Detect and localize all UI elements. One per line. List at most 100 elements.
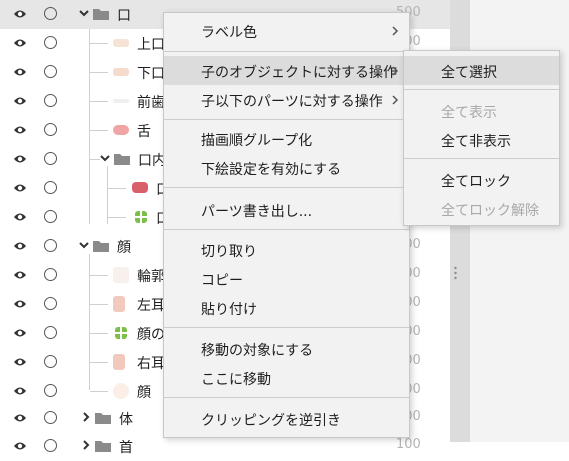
eye-icon[interactable] [13, 412, 27, 424]
tree-branch [90, 391, 108, 392]
layer-thumbnail [113, 354, 125, 370]
layer-thumbnail [113, 296, 125, 312]
menu-item-label: ここに移動 [201, 372, 271, 388]
visibility-circle-icon[interactable] [44, 239, 57, 252]
menu-item-label: ラベル色 [201, 25, 257, 41]
visibility-circle-icon[interactable] [44, 411, 57, 424]
menu-item-label: 全て表示 [441, 105, 497, 121]
visibility-circle-icon[interactable] [44, 297, 57, 310]
chevron-right-icon[interactable] [80, 438, 92, 452]
folder-icon [95, 441, 111, 452]
visibility-circle-icon[interactable] [44, 326, 57, 339]
menu-separator [164, 119, 409, 120]
menu-item-cut[interactable]: 切り取り [164, 235, 409, 264]
eye-icon[interactable] [13, 327, 27, 339]
layer-name: 前歯 [137, 95, 165, 111]
layer-name: 輪郭 [137, 269, 165, 285]
tree-branch [90, 333, 108, 334]
eye-icon[interactable] [13, 269, 27, 281]
menu-separator [164, 397, 409, 398]
visibility-circle-icon[interactable] [44, 384, 57, 397]
eye-icon[interactable] [13, 385, 27, 397]
tree-branch [90, 101, 108, 102]
layer-thumbnail [113, 267, 129, 283]
menu-item-label-color[interactable]: ラベル色 [164, 16, 409, 45]
visibility-circle-icon[interactable] [44, 181, 57, 194]
layer-name: 顔の [137, 327, 165, 343]
visibility-circle-icon[interactable] [44, 123, 57, 136]
layer-name: 上口 [137, 37, 165, 53]
submenu-item-select-all[interactable]: 全て選択 [404, 56, 559, 85]
menu-separator [404, 158, 559, 159]
eye-icon[interactable] [13, 95, 27, 107]
menu-item-copy[interactable]: コピー [164, 264, 409, 293]
eye-icon[interactable] [13, 8, 27, 20]
eye-icon[interactable] [13, 298, 27, 310]
menu-item-label: 全てロック [441, 174, 511, 190]
menu-item-clipping-reverse[interactable]: クリッピングを逆引き [164, 404, 409, 433]
layer-name: 左耳 [137, 298, 165, 314]
menu-item-export-parts[interactable]: パーツ書き出し... [164, 195, 409, 224]
chevron-down-icon[interactable] [99, 151, 111, 165]
layer-name: 口 [117, 8, 131, 24]
layer-thumbnail [113, 125, 129, 135]
visibility-circle-icon[interactable] [44, 152, 57, 165]
visibility-circle-icon[interactable] [44, 355, 57, 368]
visibility-circle-icon[interactable] [44, 439, 57, 452]
tree-branch [90, 304, 108, 305]
layer-thumbnail [113, 383, 129, 399]
submenu-item-hide-all[interactable]: 全て非表示 [404, 125, 559, 154]
menu-item-parts-ops[interactable]: 子以下のパーツに対する操作 [164, 85, 409, 114]
eye-icon[interactable] [13, 182, 27, 194]
menu-item-label: 描画順グループ化 [201, 133, 313, 149]
menu-item-label: 全て非表示 [441, 134, 511, 150]
tree-branch [108, 217, 126, 218]
eye-icon[interactable] [13, 66, 27, 78]
layer-name: 顔 [117, 240, 131, 256]
visibility-circle-icon[interactable] [44, 210, 57, 223]
menu-item-child-ops[interactable]: 子のオブジェクトに対する操作 [164, 56, 409, 85]
menu-item-label: 貼り付け [201, 302, 257, 318]
eye-icon[interactable] [13, 124, 27, 136]
menu-item-enable-underlay[interactable]: 下絵設定を有効にする [164, 153, 409, 182]
menu-item-move-here[interactable]: ここに移動 [164, 363, 409, 392]
layer-name: 口内 [138, 153, 166, 169]
layer-thumbnail [132, 182, 148, 193]
tree-branch [90, 43, 108, 44]
eye-icon[interactable] [13, 356, 27, 368]
submenu-item-unlock-all: 全てロック解除 [404, 194, 559, 223]
eye-icon[interactable] [13, 240, 27, 252]
menu-item-label: 子のオブジェクトに対する操作 [201, 65, 397, 81]
tree-branch [90, 362, 108, 363]
eye-icon[interactable] [13, 153, 27, 165]
folder-icon [95, 413, 111, 424]
visibility-circle-icon[interactable] [44, 94, 57, 107]
layer-name: 右耳 [137, 356, 165, 372]
splitter-grip-icon[interactable] [454, 266, 457, 280]
submenu-item-lock-all[interactable]: 全てロック [404, 165, 559, 194]
menu-item-paste[interactable]: 貼り付け [164, 293, 409, 322]
menu-item-label: 下絵設定を有効にする [201, 162, 342, 178]
eye-icon[interactable] [13, 37, 27, 49]
layer-name: 舌 [137, 124, 151, 140]
folder-icon [93, 9, 109, 20]
visibility-circle-icon[interactable] [44, 7, 57, 20]
chevron-right-icon[interactable] [80, 410, 92, 424]
layer-name: 顔 [137, 385, 151, 401]
visibility-circle-icon[interactable] [44, 36, 57, 49]
menu-item-move-target[interactable]: 移動の対象にする [164, 334, 409, 363]
menu-item-label: 全て選択 [441, 65, 497, 81]
menu-item-label: 移動の対象にする [201, 343, 314, 359]
submenu-item-show-all: 全て表示 [404, 96, 559, 125]
menu-item-label: パーツ書き出し... [201, 204, 313, 220]
visibility-circle-icon[interactable] [44, 268, 57, 281]
chevron-down-icon[interactable] [78, 238, 90, 252]
menu-item-label: 全てロック解除 [441, 203, 539, 219]
eye-icon[interactable] [13, 211, 27, 223]
tree-branch [90, 275, 108, 276]
layer-thumbnail [113, 68, 129, 76]
chevron-down-icon[interactable] [78, 6, 90, 20]
menu-item-group-draw[interactable]: 描画順グループ化 [164, 124, 409, 153]
visibility-circle-icon[interactable] [44, 65, 57, 78]
menu-separator [164, 229, 409, 230]
